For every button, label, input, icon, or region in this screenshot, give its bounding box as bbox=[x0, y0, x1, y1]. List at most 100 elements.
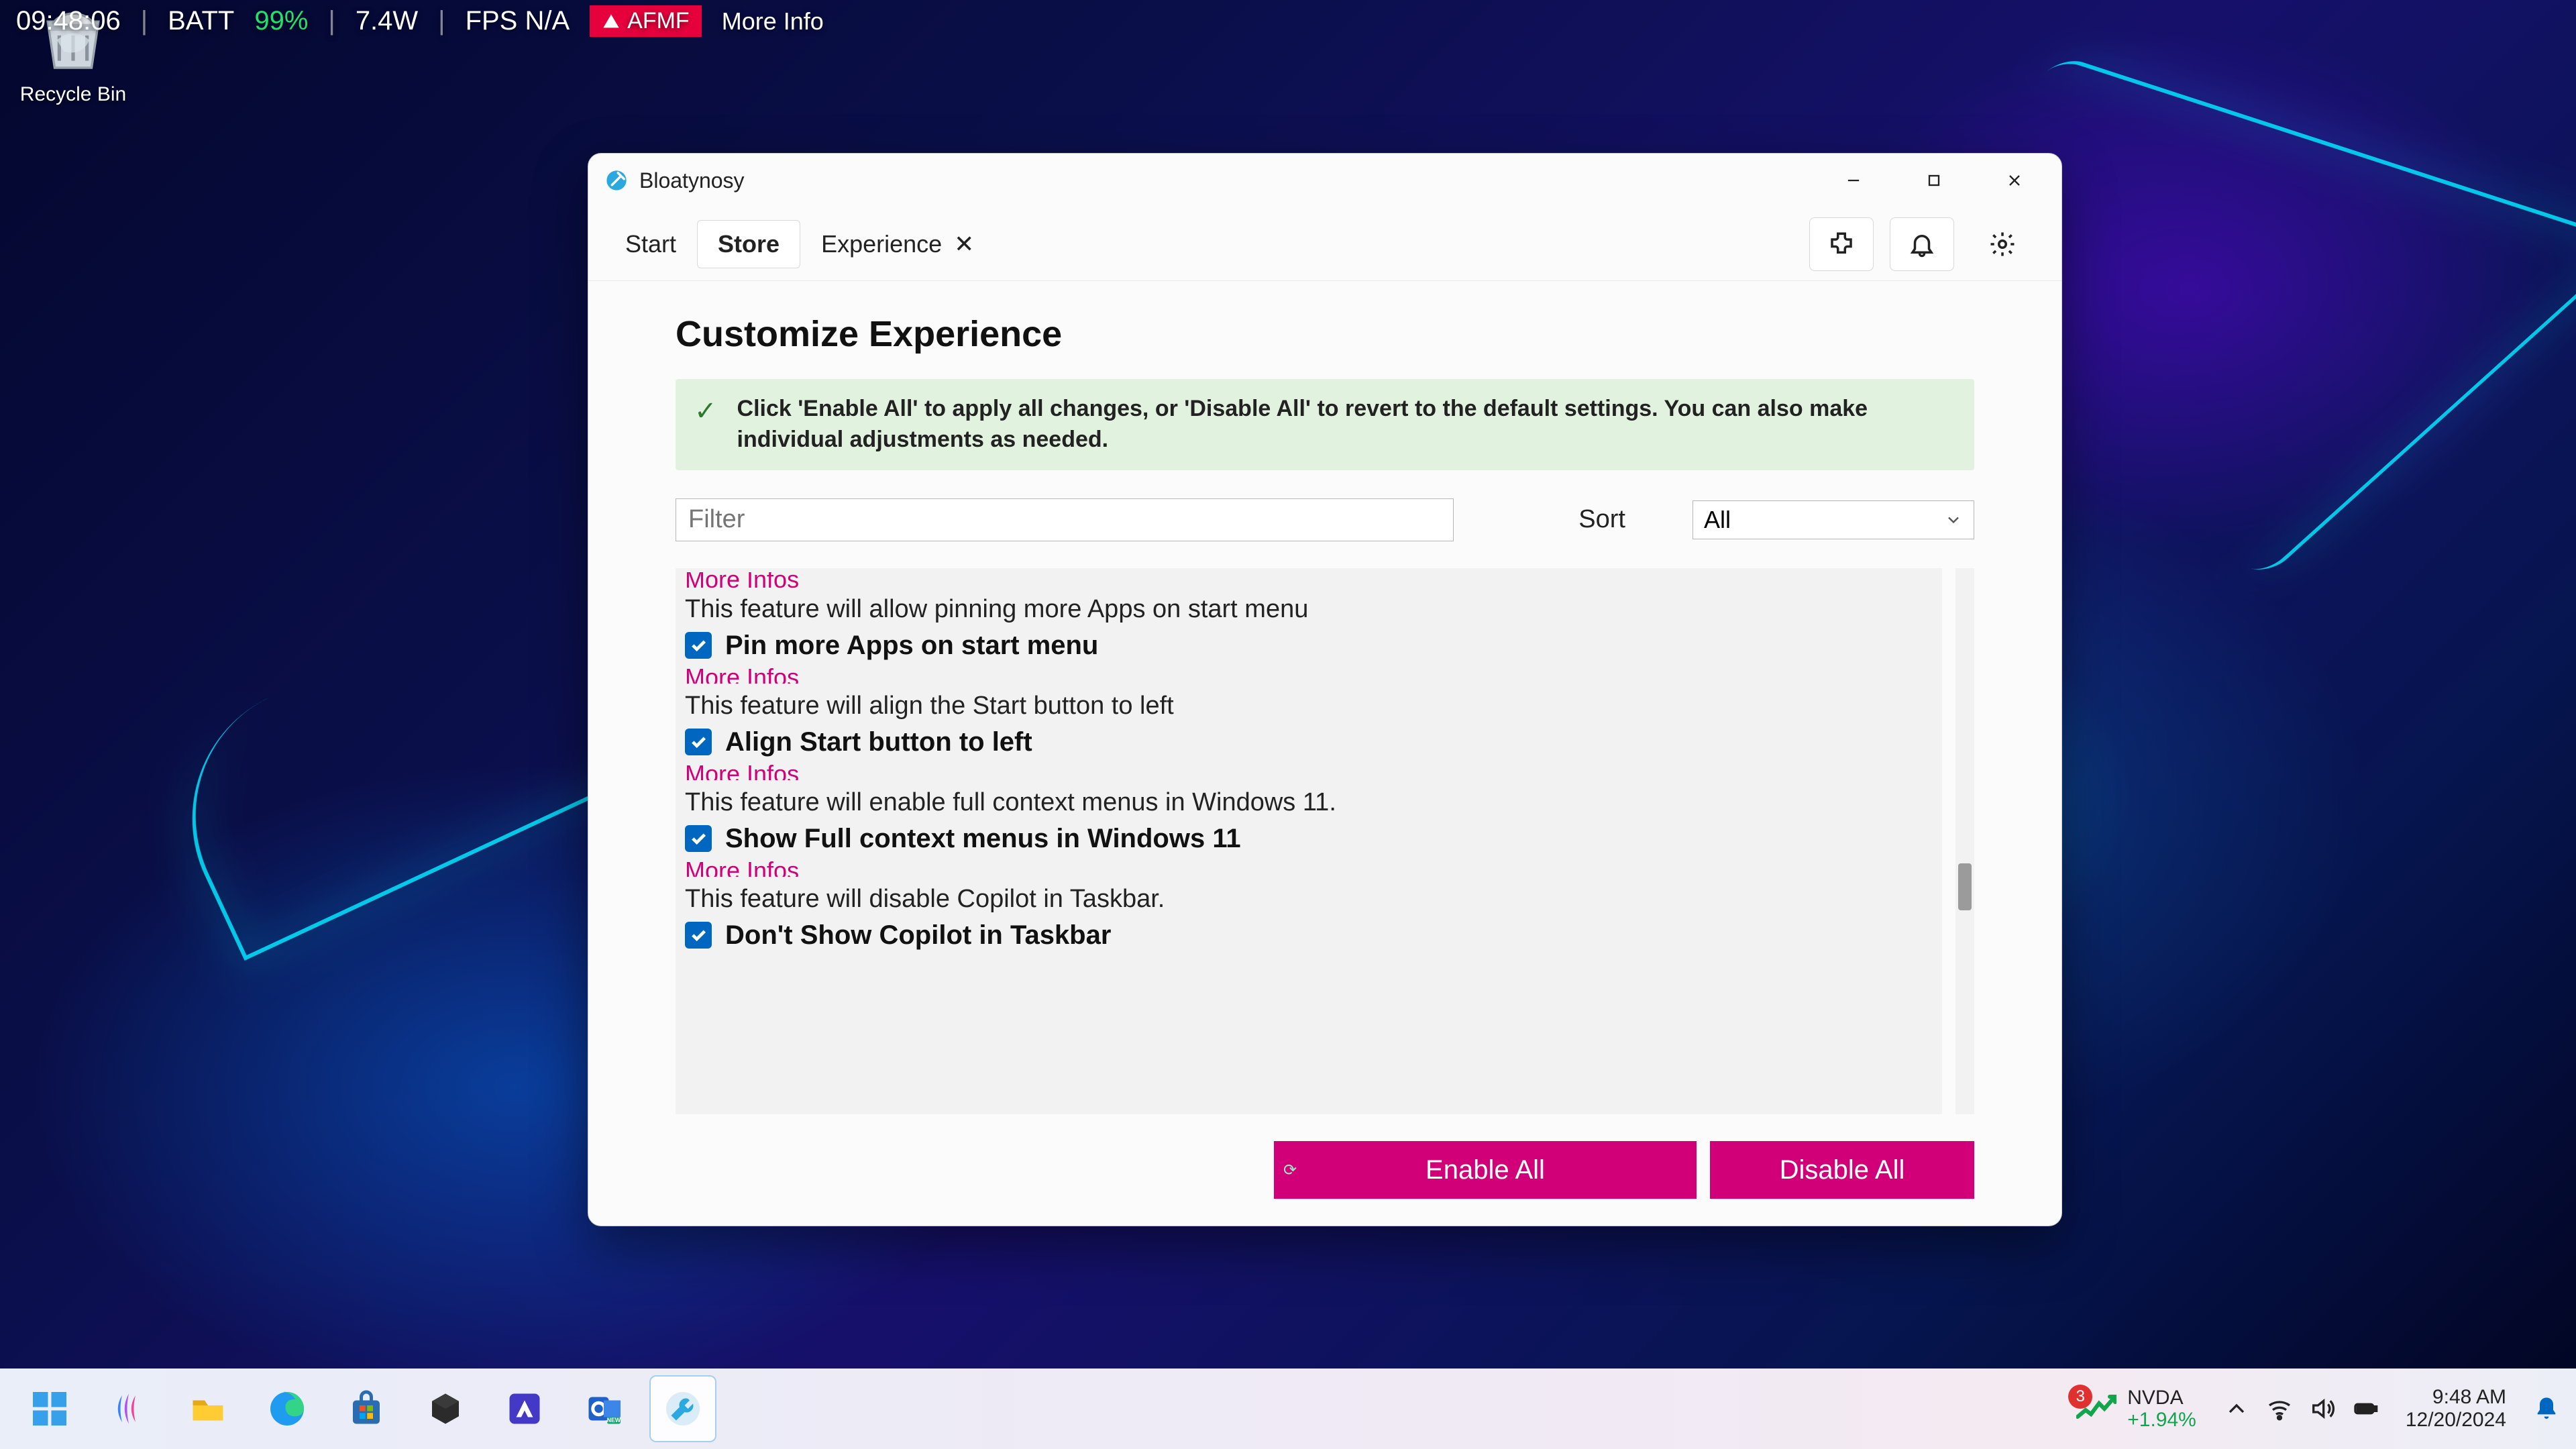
notifications-button[interactable] bbox=[1890, 217, 1954, 271]
more-infos-link[interactable]: More Infos bbox=[685, 572, 1933, 594]
titlebar[interactable]: Bloatynosy bbox=[588, 154, 2061, 207]
tab-store[interactable]: Store bbox=[697, 220, 800, 268]
feature-title: Align Start button to left bbox=[725, 727, 1032, 757]
close-icon[interactable]: ✕ bbox=[954, 230, 974, 258]
banner-text: Click 'Enable All' to apply all changes,… bbox=[737, 394, 1955, 455]
feature-checkbox[interactable] bbox=[685, 825, 712, 852]
overlay-more-info[interactable]: More Info bbox=[722, 7, 824, 36]
tab-experience[interactable]: Experience✕ bbox=[800, 220, 995, 268]
chevron-down-icon bbox=[1944, 511, 1963, 529]
taskbar-app-hex[interactable] bbox=[412, 1375, 479, 1442]
stock-symbol: NVDA bbox=[2127, 1387, 2196, 1409]
feature-desc: This feature will disable Copilot in Tas… bbox=[685, 883, 1933, 918]
windows-icon bbox=[30, 1389, 70, 1429]
list-item: More Infos This feature will allow pinni… bbox=[676, 568, 1942, 686]
battery-icon[interactable] bbox=[2352, 1395, 2379, 1422]
disable-all-button[interactable]: Disable All bbox=[1710, 1141, 1974, 1199]
maximize-button[interactable] bbox=[1894, 154, 1974, 207]
svg-text:NEW: NEW bbox=[607, 1417, 621, 1424]
overlay-batt-pct: 99% bbox=[254, 6, 308, 36]
clock-date: 12/20/2024 bbox=[2406, 1409, 2506, 1432]
overlay-fps: FPS N/A bbox=[466, 6, 570, 36]
content-area: Customize Experience ✓ Click 'Enable All… bbox=[588, 281, 2061, 1226]
scrollbar[interactable] bbox=[1955, 568, 1974, 1114]
feature-desc: This feature will enable full context me… bbox=[685, 787, 1933, 821]
taskbar-apps: NEW bbox=[16, 1375, 716, 1442]
overlay-watts: 7.4W bbox=[356, 6, 418, 36]
sort-select[interactable]: All bbox=[1693, 500, 1974, 539]
store-icon bbox=[346, 1389, 386, 1429]
feature-checkbox[interactable] bbox=[685, 632, 712, 659]
taskbar-app-copilot[interactable] bbox=[95, 1375, 162, 1442]
outlook-icon: NEW bbox=[584, 1389, 624, 1429]
overlay-afmf-badge: AFMF bbox=[590, 5, 702, 37]
feature-checkbox[interactable] bbox=[685, 729, 712, 755]
hex-icon bbox=[425, 1389, 466, 1429]
app-window: Bloatynosy Start Store Experience✕ bbox=[588, 153, 2062, 1226]
taskbar-stock-widget[interactable]: 3 NVDA +1.94% bbox=[2056, 1387, 2196, 1431]
bell-icon bbox=[1908, 230, 1936, 258]
app-title: Bloatynosy bbox=[639, 168, 745, 193]
minimize-button[interactable] bbox=[1813, 154, 1894, 207]
taskbar-app-edge[interactable] bbox=[254, 1375, 321, 1442]
feature-title: Pin more Apps on start menu bbox=[725, 631, 1098, 661]
taskbar-clock[interactable]: 9:48 AM 12/20/2024 bbox=[2406, 1386, 2506, 1432]
volume-icon[interactable] bbox=[2309, 1395, 2336, 1422]
taskbar: NEW 3 NVDA +1.94% 9 bbox=[0, 1368, 2576, 1449]
warning-icon bbox=[602, 12, 621, 31]
sort-value: All bbox=[1704, 506, 1731, 534]
taskbar-app-outlook[interactable]: NEW bbox=[570, 1375, 637, 1442]
feature-desc: This feature will allow pinning more App… bbox=[685, 594, 1933, 628]
info-banner: ✓ Click 'Enable All' to apply all change… bbox=[676, 379, 1974, 470]
wifi-icon[interactable] bbox=[2266, 1395, 2293, 1422]
overlay-time: 09:48:06 bbox=[16, 6, 121, 36]
page-title: Customize Experience bbox=[676, 313, 1974, 355]
system-tray bbox=[2223, 1395, 2379, 1422]
app-icon bbox=[604, 168, 629, 193]
extension-button[interactable] bbox=[1809, 217, 1874, 271]
taskbar-app-explorer[interactable] bbox=[174, 1375, 241, 1442]
sort-label: Sort bbox=[1578, 505, 1625, 534]
feature-title: Don't Show Copilot in Taskbar bbox=[725, 920, 1111, 951]
clock-time: 9:48 AM bbox=[2406, 1386, 2506, 1409]
feature-desc: This feature will align the Start button… bbox=[685, 690, 1933, 724]
more-infos-link[interactable]: More Infos bbox=[685, 760, 1933, 780]
settings-button[interactable] bbox=[1970, 217, 2035, 271]
bell-filled-icon bbox=[2533, 1395, 2560, 1422]
toolbar: Start Store Experience✕ bbox=[588, 207, 2061, 281]
check-icon: ✓ bbox=[694, 398, 717, 425]
taskbar-app-store[interactable] bbox=[333, 1375, 400, 1442]
feature-checkbox[interactable] bbox=[685, 922, 712, 949]
stock-badge: 3 bbox=[2068, 1385, 2092, 1409]
taskbar-app-adrenalin[interactable] bbox=[491, 1375, 558, 1442]
enable-all-button[interactable]: ⟳ Enable All bbox=[1274, 1141, 1697, 1199]
filter-input[interactable] bbox=[676, 498, 1454, 541]
action-bar: ⟳ Enable All Disable All bbox=[676, 1114, 1974, 1199]
stock-pct: +1.94% bbox=[2127, 1409, 2196, 1431]
puzzle-icon bbox=[1827, 230, 1856, 258]
taskbar-app-bloatynosy[interactable] bbox=[649, 1375, 716, 1442]
filter-bar: Sort All bbox=[676, 498, 1974, 541]
amd-icon bbox=[504, 1389, 545, 1429]
chevron-up-icon[interactable] bbox=[2223, 1395, 2250, 1422]
overlay-batt-label: BATT bbox=[168, 6, 234, 36]
folder-icon bbox=[188, 1389, 228, 1429]
features-list: More Infos This feature will allow pinni… bbox=[676, 568, 1942, 1114]
feature-title: Show Full context menus in Windows 11 bbox=[725, 824, 1241, 854]
gear-icon bbox=[1988, 230, 2017, 258]
start-button[interactable] bbox=[16, 1375, 83, 1442]
wrench-icon bbox=[663, 1389, 703, 1429]
edge-icon bbox=[267, 1389, 307, 1429]
scrollbar-thumb[interactable] bbox=[1958, 863, 1972, 910]
more-infos-link[interactable]: More Infos bbox=[685, 857, 1933, 877]
recycle-bin-label: Recycle Bin bbox=[9, 83, 137, 106]
stats-overlay: 09:48:06 | BATT 99% | 7.4W | FPS N/A AFM… bbox=[16, 5, 824, 37]
notification-center-button[interactable] bbox=[2533, 1395, 2560, 1422]
copilot-icon bbox=[109, 1389, 149, 1429]
tab-start[interactable]: Start bbox=[604, 220, 697, 268]
list-item: This feature will enable full context me… bbox=[676, 783, 1942, 879]
spinner-icon: ⟳ bbox=[1283, 1161, 1297, 1180]
more-infos-link[interactable]: More Infos bbox=[685, 663, 1933, 684]
list-item: This feature will disable Copilot in Tas… bbox=[676, 879, 1942, 956]
close-button[interactable] bbox=[1974, 154, 2055, 207]
